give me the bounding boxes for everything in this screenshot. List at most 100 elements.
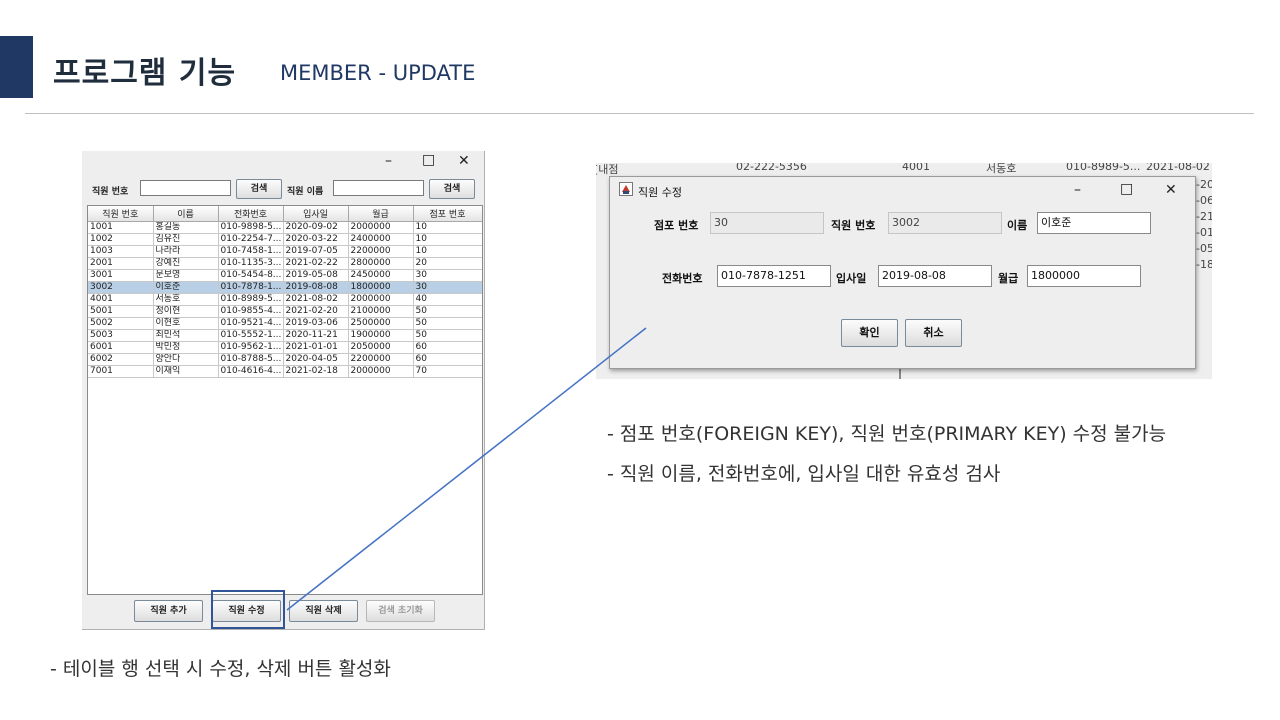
table-cell: 2001 [88, 257, 154, 270]
table-cell: 010-7878-1... [218, 281, 284, 294]
name-input[interactable]: 이호준 [1037, 212, 1151, 234]
table-cell: 010-7458-1... [218, 245, 284, 258]
salary-label: 월급 [998, 272, 1019, 285]
table-cell: 이호준 [153, 281, 219, 294]
employee-id-search-input[interactable] [140, 180, 231, 196]
table-row[interactable]: 2001 강예진 010-1135-3... 2021-02-22 2800000 20 [88, 257, 482, 270]
phone-input[interactable]: 010-7878-1251 [717, 265, 831, 287]
table-row[interactable]: 1001 홍길동 010-9898-5... 2020-09-02 2000000 10 [88, 221, 482, 234]
employee-name-search-label: 직원 이름 [287, 187, 324, 197]
table-cell: 010-9855-4... [218, 305, 284, 318]
column-header[interactable]: 전화번호 [218, 206, 284, 222]
column-header[interactable]: 직원 번호 [88, 206, 154, 222]
table-cell: 4001 [88, 293, 154, 306]
table-cell: 2050000 [348, 341, 414, 354]
hire-date-input[interactable]: 2019-08-08 [878, 265, 992, 287]
cancel-button[interactable]: 취소 [905, 319, 962, 347]
table-cell: 2000000 [348, 221, 414, 234]
table-cell: 2400000 [348, 233, 414, 246]
table-row[interactable]: 3001 문보영 010-5454-8... 2019-05-08 2450000 30 [88, 269, 482, 282]
table-cell: 10 [413, 233, 482, 246]
table-cell: 2000000 [348, 365, 414, 378]
table-cell: 010-8989-5... [218, 293, 284, 306]
close-button[interactable]: ✕ [458, 153, 470, 169]
bg-fragment: -01 [1196, 226, 1212, 239]
table-cell: 2020-04-05 [283, 353, 349, 366]
table-row[interactable]: 5002 이현호 010-9521-4... 2019-03-06 2500000 50 [88, 317, 482, 330]
table-row[interactable]: 4001 서동호 010-8989-5... 2021-08-02 2000000 40 [88, 293, 482, 306]
slide-title: 프로그램 기능 [53, 56, 237, 91]
table-cell: 2021-02-22 [283, 257, 349, 270]
table-cell: 50 [413, 329, 482, 342]
table-cell: 2020-09-02 [283, 221, 349, 234]
column-header[interactable]: 점포 번호 [413, 206, 482, 222]
table-cell: 5003 [88, 329, 154, 342]
maximize-button[interactable]: □ [422, 152, 435, 168]
table-cell: 1002 [88, 233, 154, 246]
table-cell: 나라라 [153, 245, 219, 258]
dialog-minimize-button[interactable]: – [1074, 182, 1081, 198]
table-cell: 양안다 [153, 353, 219, 366]
employee-id-label: 직원 번호 [831, 219, 876, 232]
table-cell: 6002 [88, 353, 154, 366]
table-cell: 5001 [88, 305, 154, 318]
table-cell: 1900000 [348, 329, 414, 342]
table-cell: 10 [413, 221, 482, 234]
table-cell: 60 [413, 341, 482, 354]
table-row[interactable]: 6002 양안다 010-8788-5... 2020-04-05 2200000 60 [88, 353, 482, 366]
table-row[interactable]: 5001 정이현 010-9855-4... 2021-02-20 2100000 50 [88, 305, 482, 318]
delete-employee-button[interactable]: 직원 삭제 [289, 600, 358, 622]
table-row[interactable]: 6001 박민정 010-9562-1... 2021-01-01 2050000 60 [88, 341, 482, 354]
reset-search-button[interactable]: 검색 초기화 [366, 600, 435, 622]
table-cell: 5002 [88, 317, 154, 330]
column-header[interactable]: 월급 [348, 206, 414, 222]
table-row[interactable]: 1003 나라라 010-7458-1... 2019-07-05 2200000 10 [88, 245, 482, 258]
table-cell: 문보영 [153, 269, 219, 282]
table-cell: 010-4616-4... [218, 365, 284, 378]
employee-name-search-input[interactable] [333, 180, 424, 196]
java-app-icon [619, 182, 633, 196]
table-row[interactable]: 7001 이재익 010-4616-4... 2021-02-18 2000000 70 [88, 365, 482, 378]
table-row[interactable]: 1002 김유진 010-2254-7... 2020-03-22 2400000 10 [88, 233, 482, 246]
bg-fragment: -05 [1196, 242, 1212, 255]
confirm-button[interactable]: 확인 [841, 319, 898, 347]
window-controls: – □ ✕ [82, 151, 484, 173]
table-header: 직원 번호 이름 전화번호 입사일 월급 점포 번호 [88, 206, 482, 222]
dialog-title: 직원 수정 [638, 186, 682, 199]
bg-fragment: 서동호 [986, 163, 1017, 175]
table-cell: 3001 [88, 269, 154, 282]
column-header[interactable]: 이름 [153, 206, 219, 222]
employee-id-search-label: 직원 번호 [92, 187, 129, 197]
hire-date-label: 입사일 [836, 272, 867, 285]
add-employee-button[interactable]: 직원 추가 [134, 600, 203, 622]
table-row[interactable]: 3002 이호준 010-7878-1... 2019-08-08 1800000 30 [88, 281, 482, 294]
dialog-maximize-button[interactable]: □ [1120, 181, 1133, 197]
table-cell: 최민석 [153, 329, 219, 342]
employee-table[interactable]: 직원 번호 이름 전화번호 입사일 월급 점포 번호 1001 홍길동 010-9898-5.… [87, 205, 483, 595]
minimize-button[interactable]: – [385, 153, 392, 169]
phone-label: 전화번호 [662, 272, 703, 285]
salary-input[interactable]: 1800000 [1027, 265, 1141, 287]
table-cell: 2100000 [348, 305, 414, 318]
employee-id-field: 3002 [888, 212, 1002, 234]
table-cell: 2021-01-01 [283, 341, 349, 354]
table-cell: 홍길동 [153, 221, 219, 234]
table-cell: 2500000 [348, 317, 414, 330]
table-cell: 1001 [88, 221, 154, 234]
employee-name-search-button[interactable]: 검색 [429, 179, 475, 199]
table-cell: 60 [413, 353, 482, 366]
table-cell: 010-5454-8... [218, 269, 284, 282]
table-cell: 박민정 [153, 341, 219, 354]
dialog-close-button[interactable]: ✕ [1165, 182, 1177, 198]
edit-button-highlight [211, 590, 285, 629]
table-cell: 2019-05-08 [283, 269, 349, 282]
note-validation: - 직원 이름, 전화번호에, 입사일 대한 유효성 검사 [607, 463, 1001, 485]
table-row[interactable]: 5003 최민석 010-5552-1... 2020-11-21 1900000 50 [88, 329, 482, 342]
column-header[interactable]: 입사일 [283, 206, 349, 222]
table-cell: 30 [413, 281, 482, 294]
bg-fragment: 02-222-5356 [736, 163, 807, 173]
table-cell: 6001 [88, 341, 154, 354]
table-cell: 30 [413, 269, 482, 282]
note-readonly-keys: - 점포 번호(FOREIGN KEY), 직원 번호(PRIMARY KEY)… [607, 423, 1167, 445]
employee-id-search-button[interactable]: 검색 [236, 179, 282, 199]
